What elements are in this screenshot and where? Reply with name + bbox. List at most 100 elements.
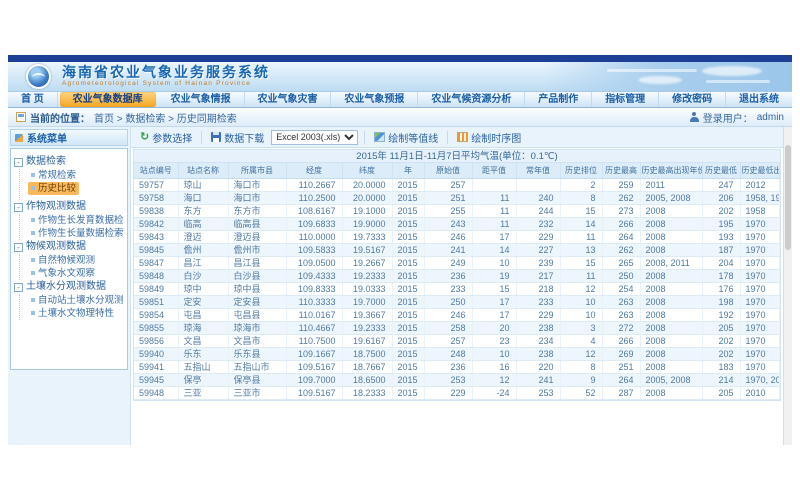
cell: 2015 — [392, 178, 424, 191]
collapse-icon[interactable]: - — [14, 158, 23, 167]
table-row[interactable]: 59848白沙白沙县109.433319.2333201523619217112… — [134, 269, 780, 282]
nav-tab[interactable]: 首 页 — [8, 92, 58, 107]
cell: 59855 — [134, 321, 178, 334]
table-row[interactable]: 59842临高临高县109.683319.9000201524311232142… — [134, 217, 780, 230]
cell: 1970 — [740, 243, 780, 256]
cell: 2015 — [392, 347, 424, 360]
table-row[interactable]: 59849琼中琼中县109.833319.0333201523315218122… — [134, 282, 780, 295]
tree-group[interactable]: -土壤水分观测数据 — [14, 280, 124, 294]
cell: 19.3667 — [342, 308, 392, 321]
draw-timeseries-button[interactable]: 绘制时序图 — [454, 129, 524, 146]
scrollbar-thumb[interactable] — [785, 145, 791, 250]
vertical-scrollbar[interactable] — [783, 127, 792, 445]
table-row[interactable]: 59843澄迈澄迈县110.000019.7333201524617229112… — [134, 230, 780, 243]
collapse-icon[interactable]: - — [14, 283, 23, 292]
table-row[interactable]: 59854屯昌屯昌县110.016719.3667201524617229102… — [134, 308, 780, 321]
cell: 10 — [560, 295, 602, 308]
column-header: 常年值 — [516, 163, 560, 178]
table-row[interactable]: 59856文昌文昌市110.750019.6167201525723234426… — [134, 334, 780, 347]
table-row[interactable]: 59940乐东乐东县109.166718.7500201524810238122… — [134, 347, 780, 360]
tree-leaf[interactable]: 气象水文观察 — [28, 267, 124, 280]
nav-tab[interactable]: 农业气象灾害 — [245, 92, 332, 107]
table-row[interactable]: 59845儋州儋州市109.583319.5167201524114227132… — [134, 243, 780, 256]
cell: 1970 — [740, 334, 780, 347]
table-row[interactable]: 59941五指山五指山市109.516718.76672015236162208… — [134, 360, 780, 373]
cell: 110.3333 — [286, 295, 342, 308]
tree-children: 常规检索历史比较 — [19, 169, 124, 200]
tree-group[interactable]: -物候观测数据 — [14, 240, 124, 254]
tree-leaf-selected[interactable]: 历史比较 — [28, 182, 79, 195]
table-row[interactable]: 59838东方东方市108.616719.1000201525511244152… — [134, 204, 780, 217]
tree-leaf[interactable]: 自然物候观测 — [28, 254, 124, 267]
table-row[interactable]: 59757琼山海口市110.266720.0000201525722592011… — [134, 178, 780, 191]
table-row[interactable]: 59945保亭保亭县109.700018.6500201525312241926… — [134, 373, 780, 386]
table-row[interactable]: 59951万宁万宁市110.366718.8000201525613243927… — [134, 399, 780, 401]
column-header: 所属市县 — [228, 163, 286, 178]
bar-chart-icon — [457, 132, 468, 142]
breadcrumb-path[interactable]: 首页 > 数据检索 > 历史同期检索 — [94, 110, 237, 125]
cell: 59940 — [134, 347, 178, 360]
cell: 17 — [472, 230, 516, 243]
cell: 204 — [702, 256, 740, 269]
cell: 109.6833 — [286, 217, 342, 230]
cell: 昌江 — [178, 256, 228, 269]
nav-tab[interactable]: 修改密码 — [659, 92, 726, 107]
cell: 59849 — [134, 282, 178, 295]
table-row[interactable]: 59948三亚三亚市109.516718.23332015229-2425352… — [134, 386, 780, 399]
nav-tab-active[interactable]: 农业气象数据库 — [60, 92, 156, 107]
cloud-decor — [638, 76, 682, 84]
table-row[interactable]: 59851定安定安县110.333319.7000201525017233102… — [134, 295, 780, 308]
cell: 2008 — [640, 399, 702, 401]
cell: 208 — [702, 399, 740, 401]
cell: 59757 — [134, 178, 178, 191]
cell: 2015 — [392, 334, 424, 347]
nav-tab[interactable]: 退出系统 — [726, 92, 792, 107]
draw-contour-button[interactable]: 绘制等值线 — [371, 129, 441, 146]
cell: 9 — [560, 373, 602, 386]
collapse-icon[interactable]: - — [14, 203, 23, 212]
cell: 16 — [472, 360, 516, 373]
cell: 19.0333 — [342, 282, 392, 295]
tree-leaf[interactable]: 作物生长发育数据检索 — [28, 214, 124, 227]
cell: 保亭 — [178, 373, 228, 386]
nav-tab[interactable]: 农业气象预报 — [331, 92, 418, 107]
cell: 19 — [472, 269, 516, 282]
nav-tab[interactable]: 指标管理 — [592, 92, 659, 107]
tree-group[interactable]: -作物观测数据 — [14, 200, 124, 214]
cell: 239 — [516, 256, 560, 269]
tree-leaf[interactable]: 土壤水文物理特性 — [28, 307, 124, 320]
nav-tab[interactable]: 产品制作 — [525, 92, 592, 107]
download-format-select[interactable]: Excel 2003(.xls) — [271, 130, 358, 145]
cell: 19.2333 — [342, 269, 392, 282]
download-button[interactable]: 数据下载 — [208, 129, 267, 146]
cell: 244 — [516, 204, 560, 217]
cell: 238 — [516, 321, 560, 334]
table-row[interactable]: 59855琼海琼海市110.466719.2333201525820238327… — [134, 321, 780, 334]
param-select-button[interactable]: ↻ 参数选择 — [137, 129, 195, 146]
cell: 2015 — [392, 399, 424, 401]
banner-text-decor — [706, 80, 770, 83]
tree-leaf[interactable]: 作物生长量数据检索 — [28, 227, 124, 240]
breadcrumb-bar: 当前的位置： 首页 > 数据检索 > 历史同期检索 登录用户： admin — [8, 108, 792, 127]
cell: 1970 — [740, 282, 780, 295]
cell: 269 — [602, 347, 640, 360]
tree-leaf[interactable]: 常规检索 — [28, 169, 124, 182]
cell: 255 — [424, 204, 472, 217]
cell: 258 — [424, 321, 472, 334]
cloud-decor — [702, 66, 762, 76]
tree-leaf[interactable]: 自动站土壤水分观测 — [28, 294, 124, 307]
save-icon — [211, 132, 221, 142]
tree-group[interactable]: -数据检索 — [14, 155, 124, 169]
toolbar-separator — [447, 131, 448, 144]
cell: 2008, 2011 — [640, 256, 702, 269]
nav-tab[interactable]: 农业气候资源分析 — [418, 92, 525, 107]
cell: 万宁 — [178, 399, 228, 401]
nav-tab[interactable]: 农业气象情报 — [158, 92, 245, 107]
table-row[interactable]: 59847昌江昌江县109.050019.2667201524910239152… — [134, 256, 780, 269]
table-row[interactable]: 59758海口海口市110.250020.0000201525111240826… — [134, 191, 780, 204]
cell: 59951 — [134, 399, 178, 401]
cell: 110.4667 — [286, 321, 342, 334]
cell: 259 — [602, 178, 640, 191]
cell: 三亚市 — [228, 386, 286, 399]
collapse-icon[interactable]: - — [14, 243, 23, 252]
